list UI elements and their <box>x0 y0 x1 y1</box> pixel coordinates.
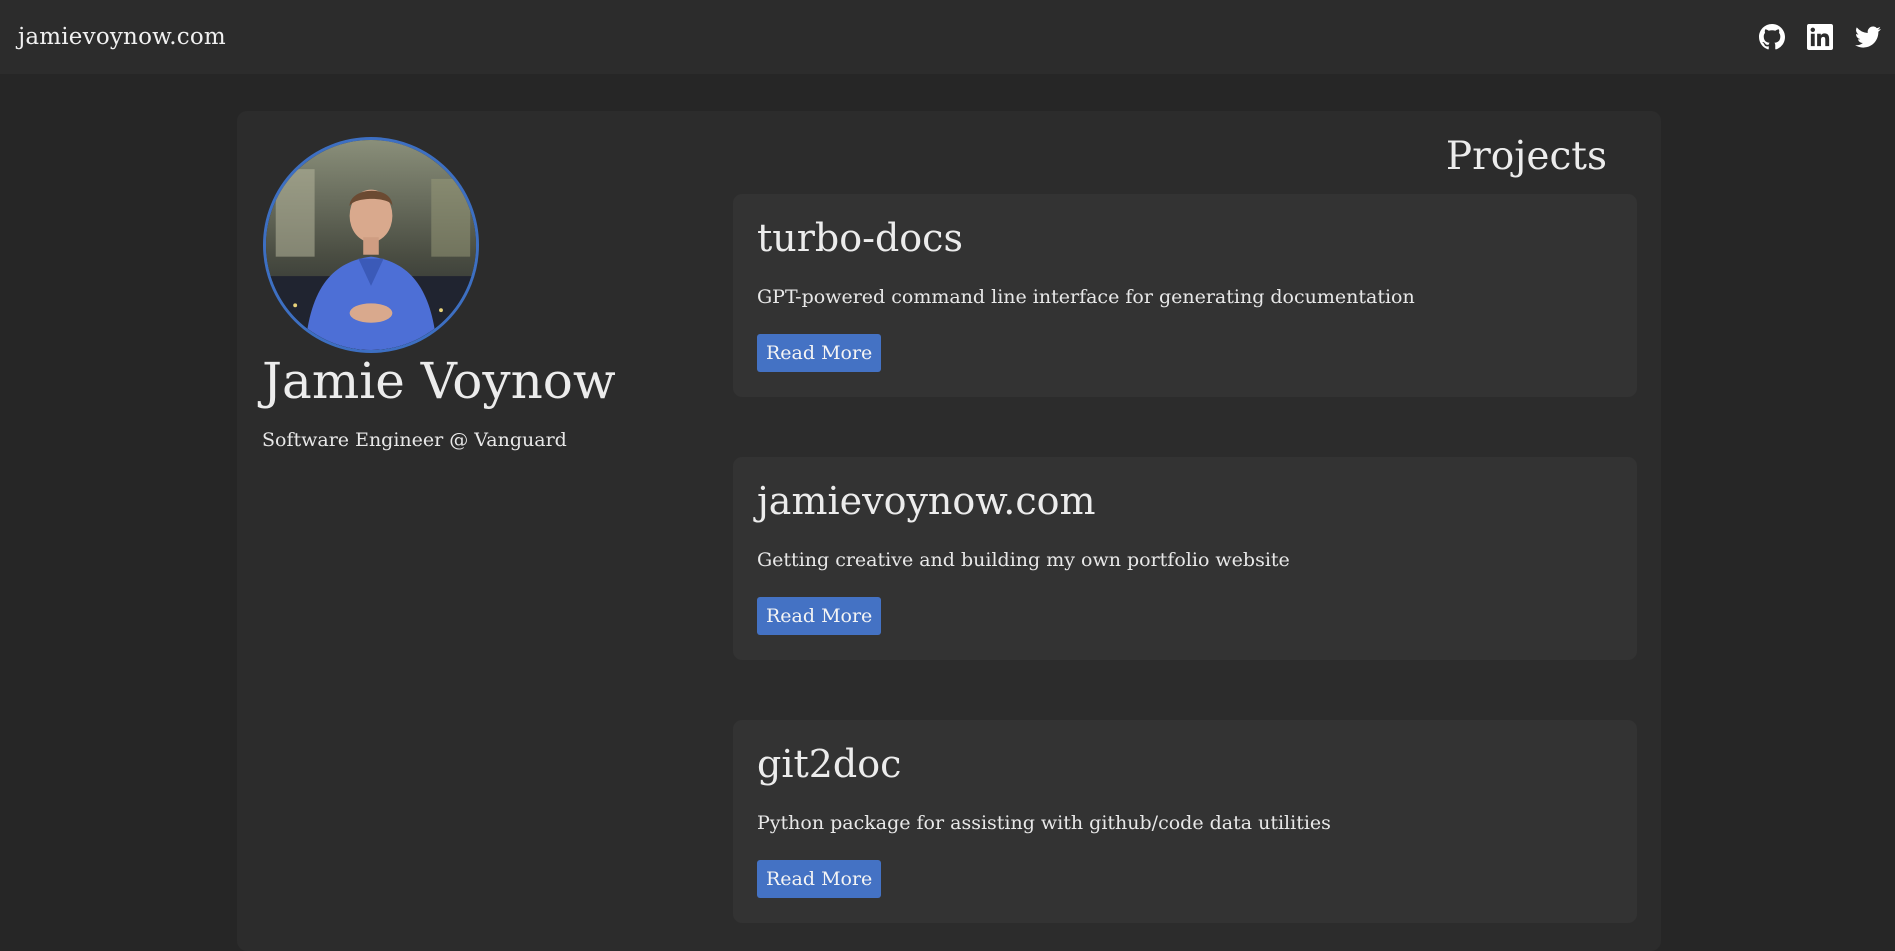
projects-heading: Projects <box>1445 134 1607 179</box>
read-more-button[interactable]: Read More <box>757 860 882 898</box>
project-title: jamievoynow.com <box>757 479 1096 523</box>
read-more-button[interactable]: Read More <box>757 597 882 635</box>
profile-role: Software Engineer @ Vanguard <box>262 429 567 451</box>
linkedin-icon <box>1807 24 1833 50</box>
project-card: jamievoynow.com Getting creative and bui… <box>733 457 1637 660</box>
project-description: GPT-powered command line interface for g… <box>757 286 1415 308</box>
project-title: git2doc <box>757 742 902 786</box>
social-links <box>1759 24 1881 50</box>
twitter-link[interactable] <box>1855 24 1881 50</box>
project-description: Python package for assisting with github… <box>757 812 1331 834</box>
github-icon <box>1759 24 1785 50</box>
twitter-icon <box>1855 26 1881 48</box>
profile-photo <box>266 140 476 350</box>
site-brand-link[interactable]: jamievoynow.com <box>18 24 226 50</box>
project-title: turbo-docs <box>757 216 963 260</box>
avatar <box>263 137 479 353</box>
profile-name: Jamie Voynow <box>262 352 616 410</box>
project-card: git2doc Python package for assisting wit… <box>733 720 1637 923</box>
read-more-button[interactable]: Read More <box>757 334 882 372</box>
top-navbar: jamievoynow.com <box>0 0 1895 74</box>
project-description: Getting creative and building my own por… <box>757 549 1290 571</box>
github-link[interactable] <box>1759 24 1785 50</box>
project-card: turbo-docs GPT-powered command line inte… <box>733 194 1637 397</box>
linkedin-link[interactable] <box>1807 24 1833 50</box>
